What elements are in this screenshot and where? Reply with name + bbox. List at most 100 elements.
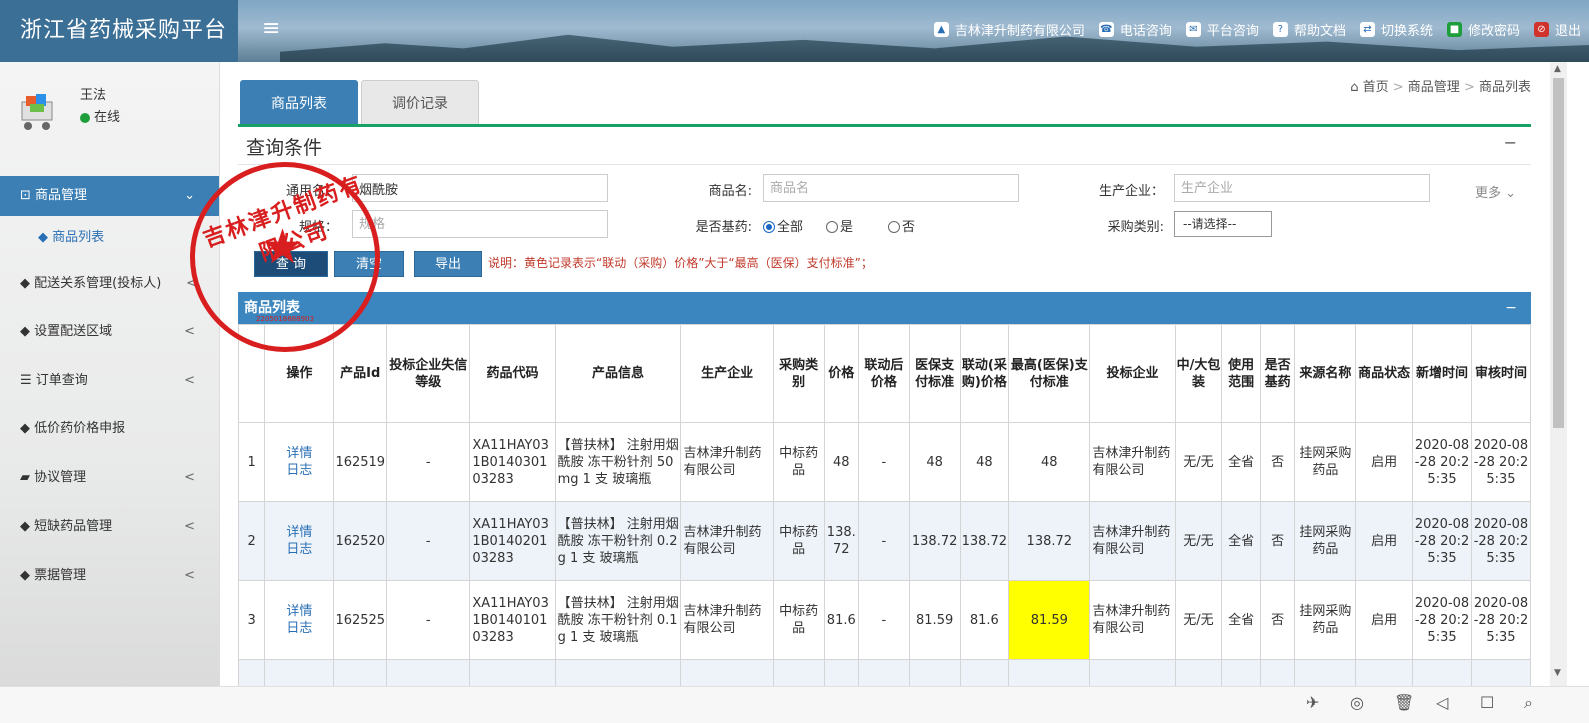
col-header[interactable]: 投标企业失信等级 [386,324,471,423]
sidebar-item-goods[interactable]: ⊡ 商品管理 ⌄ [0,176,219,216]
sidebar-item-delivery[interactable]: ◆ 配送关系管理(投标人) < [0,264,219,304]
diamond-icon: ◆ [20,568,35,583]
spec-input[interactable] [352,210,608,238]
sidebar-item-invoices[interactable]: ◆ 票据管理 < [0,556,219,596]
col-header[interactable]: 价格 [823,324,860,423]
product-name-input[interactable] [763,174,1019,202]
purchase-type-cell: 中标药品 [772,580,825,660]
detail-link[interactable]: 详情 [265,524,333,541]
search-icon[interactable]: ⌕ [1524,693,1533,713]
select-value: --请选择-- [1183,217,1237,231]
scrollbar-thumb[interactable] [1553,78,1564,428]
sidebar-item-label: 低价药价格申报 [34,421,126,436]
product-id-cell: 162520 [333,501,388,581]
col-header[interactable]: 中/大包装 [1174,324,1223,423]
window-icon[interactable]: ☐ [1480,693,1494,712]
sidebar-item-lowprice[interactable]: ◆ 低价药价格申报 [0,409,219,449]
drug-code-cell: XA11HAY0 [469,659,556,686]
export-button[interactable]: 导出 [414,251,482,277]
col-header[interactable]: 联动(采购)价格 [959,324,1010,423]
topnav-company-label: 吉林津升制药有限公司 [954,24,1085,39]
menu-toggle-icon[interactable]: ≡ [262,16,280,41]
col-header[interactable]: 投标企业 [1089,324,1176,423]
detail-link[interactable]: 详情 [265,603,333,620]
list-collapse-icon[interactable]: − [1505,292,1517,324]
help-icon: ? [1272,22,1288,37]
spec-label: 规格： [298,220,338,235]
col-header[interactable]: 医保支付标准 [908,324,961,423]
purchase-type-select[interactable]: --请选择-- [1174,211,1272,237]
purchase-type-cell: 中标药品 [772,501,825,581]
col-header: 操作 [264,324,335,423]
sidebar-item-shortage[interactable]: ◆ 短缺药品管理 < [0,507,219,547]
essential-radio-yes[interactable]: 是 [826,216,853,235]
chrome-icon[interactable]: ◎ [1350,693,1364,712]
log-link[interactable]: 日志 [265,462,333,479]
topnav-platform-label: 平台咨询 [1206,24,1259,39]
col-header[interactable]: 商品状态 [1355,324,1414,423]
breadcrumb-level1[interactable]: 商品管理 [1408,80,1460,95]
sidebar-item-orders[interactable]: ☰ 订单查询 < [0,361,219,401]
tab-goods-list[interactable]: 商品列表 [240,80,358,126]
manufacturer-label: 生产企业： [1098,184,1164,199]
trash-icon[interactable]: 🗑 [1394,693,1414,712]
log-link[interactable]: 日志 [265,620,333,637]
added-time-cell: 2020- [1412,659,1472,686]
col-header[interactable]: 最高(医保)支付标准 [1008,324,1091,423]
list-title: 商品列表 [244,300,300,316]
col-header[interactable]: 生产企业 [680,324,774,423]
common-name-input[interactable] [352,174,608,202]
topnav-platform[interactable]: ✉ 平台咨询 [1185,20,1259,39]
rocket-icon[interactable]: ✈ [1306,693,1319,712]
link-purchase-price-cell [959,659,1010,686]
topnav-company[interactable]: ▲ 吉林津升制药有限公司 [933,20,1085,39]
sidebar-item-goods-list[interactable]: ◆ 商品列表 [0,218,219,258]
page-scrollbar[interactable]: ▲ ▼ [1550,62,1567,686]
max-payment-standard-cell [1008,659,1091,686]
more-filters-toggle[interactable]: 更多 ⌄ [1475,182,1516,201]
sidebar-item-label: 商品管理 [35,188,88,203]
col-header[interactable]: 药品代码 [469,324,556,423]
query-button[interactable]: 查 询 [254,251,328,277]
query-collapse-icon[interactable]: − [1504,133,1517,152]
scroll-up-icon[interactable]: ▲ [1554,64,1561,74]
speaker-icon[interactable]: ◁ [1436,693,1448,712]
max-payment-standard-cell: 138.72 [1008,501,1091,581]
price-cell: 81.6 [823,580,860,660]
topnav-phone[interactable]: ☎ 电话咨询 [1098,20,1172,39]
top-nav: ▲ 吉林津升制药有限公司 ☎ 电话咨询 ✉ 平台咨询 ? 帮助文档 ⇄ 切换系统 ■ 修改密… [933,20,1581,39]
link-purchase-price-cell: 48 [959,422,1010,502]
col-header[interactable]: 产品信息 [554,324,682,423]
col-header[interactable]: 审核时间 [1470,324,1531,423]
scroll-down-icon[interactable]: ▼ [1554,668,1561,678]
topnav-logout[interactable]: ⊘ 退出 [1533,20,1581,39]
breadcrumb: ⌂ 首页 > 商品管理 > 商品列表 [1350,76,1531,95]
manufacturer-input[interactable] [1174,174,1430,202]
essential-radio-no[interactable]: 否 [888,216,915,235]
browser-status-bar: ✈ ◎ 🗑 ◁ ☐ ⌕ [0,686,1589,723]
book-icon: ▰ [20,470,35,485]
log-link[interactable]: 日志 [265,541,333,558]
topnav-switch[interactable]: ⇄ 切换系统 [1359,20,1433,39]
topnav-help[interactable]: ? 帮助文档 [1272,20,1346,39]
col-header[interactable]: 新增时间 [1412,324,1472,423]
breadcrumb-home[interactable]: 首页 [1363,80,1389,95]
sidebar-item-agreements[interactable]: ▰ 协议管理 < [0,458,219,498]
package-cell: 无/无 [1174,422,1223,502]
essential-radio-all[interactable]: 全部 [763,216,803,235]
col-header[interactable]: 联动后价格 [858,324,910,423]
col-header[interactable]: 使用范围 [1221,324,1261,423]
col-header[interactable]: 采购类别 [772,324,825,423]
topnav-password[interactable]: ■ 修改密码 [1446,20,1520,39]
clear-button[interactable]: 清空 [334,251,404,277]
col-header[interactable]: 产品Id [333,324,388,423]
sidebar-item-delivery-area[interactable]: ◆ 设置配送区域 < [0,312,219,352]
link-purchase-price-cell: 81.6 [959,580,1010,660]
manufacturer-cell: 吉林津升制药有限公司 [680,501,774,581]
col-header[interactable]: 是否基药 [1259,324,1296,423]
col-header[interactable]: 来源名称 [1294,324,1357,423]
breadcrumb-level2: 商品列表 [1478,80,1531,95]
tab-price-records[interactable]: 调价记录 [361,80,479,126]
sidebar-item-label: 协议管理 [34,470,87,485]
detail-link[interactable]: 详情 [265,445,333,462]
